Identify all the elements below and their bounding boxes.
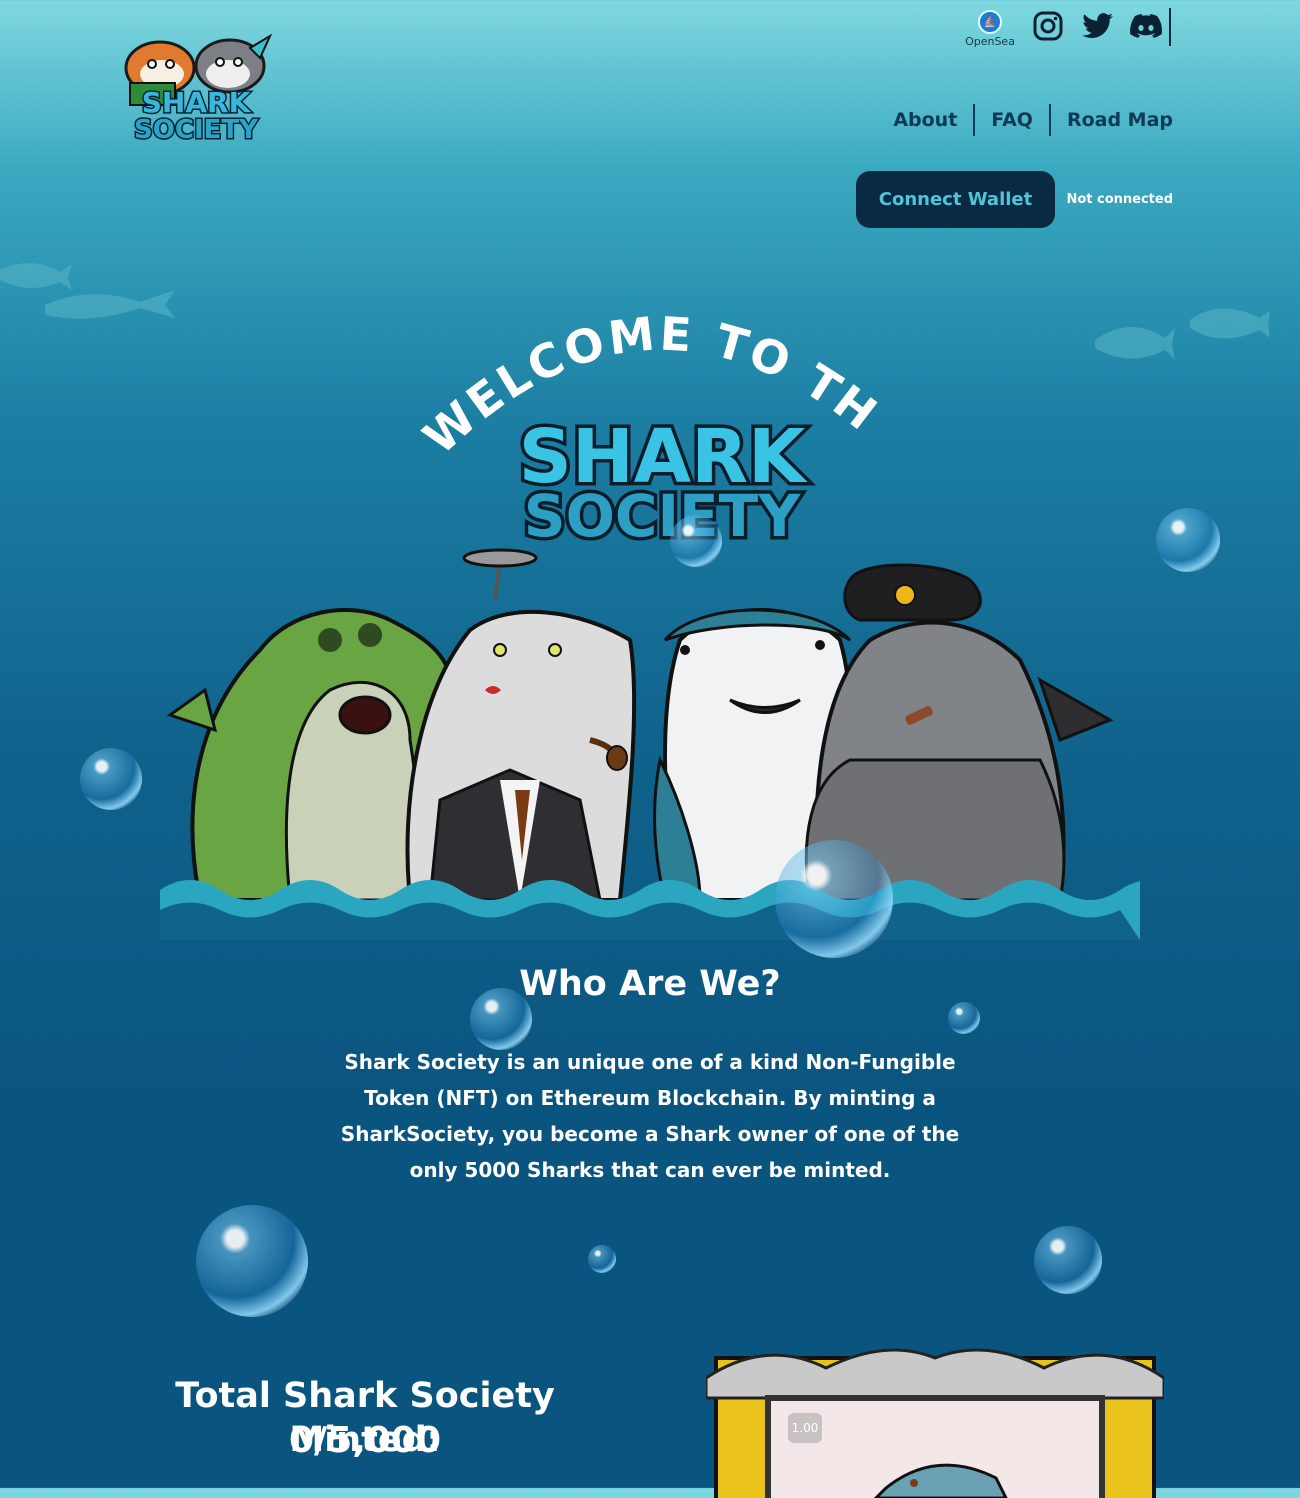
connect-wallet-button[interactable]: Connect Wallet bbox=[856, 171, 1055, 228]
nav-road-map[interactable]: Road Map bbox=[1051, 109, 1173, 131]
about-body: Shark Society is an unique one of a kind… bbox=[340, 1050, 960, 1182]
price-chip: 1.00 bbox=[788, 1413, 822, 1443]
bubble-decoration bbox=[1034, 1226, 1102, 1294]
twitter-icon bbox=[1082, 13, 1113, 39]
opensea-icon: ⛵ bbox=[978, 10, 1002, 34]
instagram-icon bbox=[1033, 11, 1063, 41]
bubble-decoration bbox=[588, 1245, 616, 1273]
hero-title-logo: SHARK SOCIETY bbox=[515, 411, 811, 551]
opensea-link[interactable]: ⛵ OpenSea bbox=[960, 8, 1020, 48]
about-title: Who Are We? bbox=[519, 964, 781, 1004]
nav-faq[interactable]: FAQ bbox=[975, 109, 1049, 131]
twitter-link[interactable] bbox=[1080, 8, 1116, 44]
instagram-link[interactable] bbox=[1030, 8, 1066, 44]
bubble-decoration bbox=[80, 748, 142, 810]
minted-count: 0/5,000 bbox=[288, 1420, 442, 1461]
bubble-decoration bbox=[775, 840, 893, 958]
bubble-decoration bbox=[670, 515, 722, 567]
logo-text-society: SOCIETY bbox=[134, 115, 259, 145]
bubble-decoration bbox=[948, 1002, 980, 1034]
opensea-label: OpenSea bbox=[965, 35, 1015, 48]
nft-picture-frame bbox=[706, 1348, 1164, 1498]
main-nav: About FAQ Road Map bbox=[877, 104, 1173, 136]
social-divider bbox=[1169, 8, 1171, 46]
shark-characters-illustration bbox=[160, 548, 1140, 940]
discord-icon bbox=[1130, 14, 1162, 38]
discord-link[interactable] bbox=[1128, 8, 1164, 44]
bubble-decoration bbox=[1156, 508, 1220, 572]
bubble-decoration bbox=[196, 1205, 308, 1317]
nav-about[interactable]: About bbox=[877, 109, 973, 131]
connection-status: Not connected bbox=[1066, 192, 1173, 207]
site-logo[interactable]: SHARK SOCIETY bbox=[110, 28, 282, 146]
